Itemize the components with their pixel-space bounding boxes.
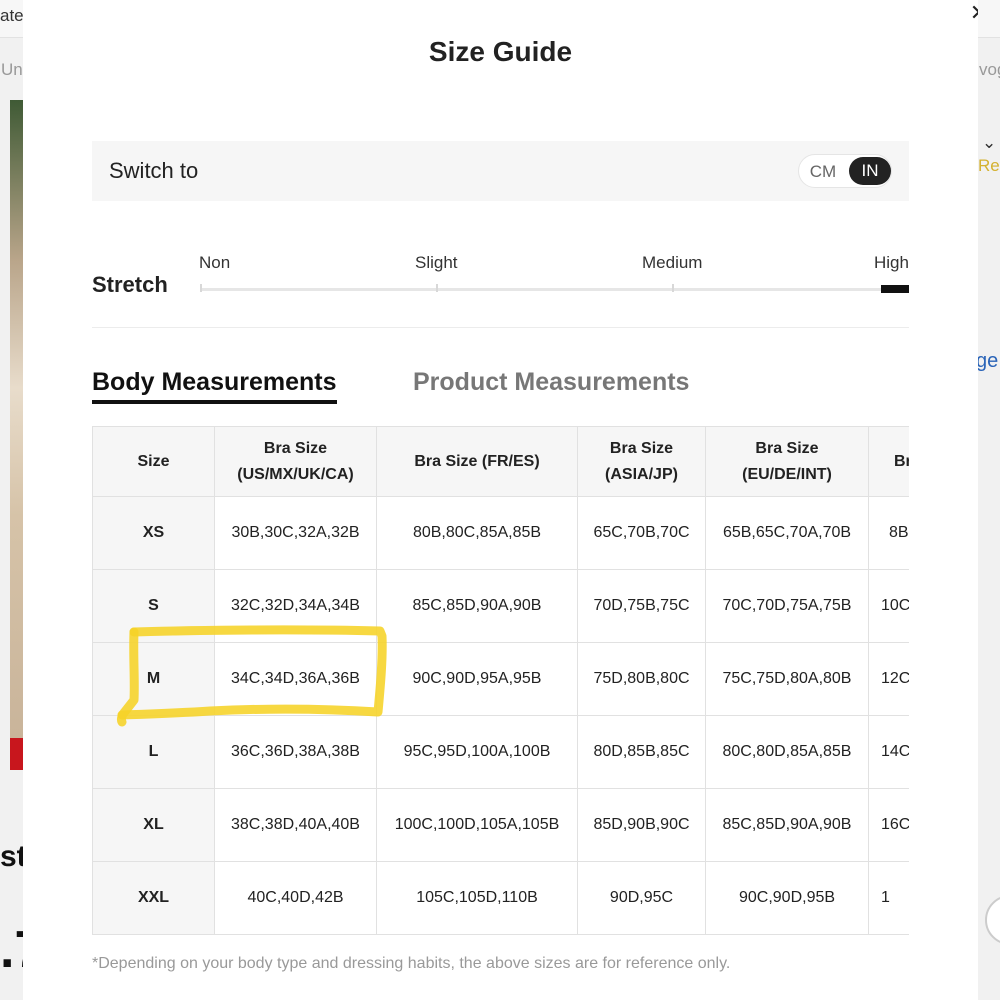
- size-cell: XXL: [92, 861, 215, 935]
- table-cell: 105C,105D,110B: [376, 861, 578, 935]
- table-cell: 80B,80C,85A,85B: [376, 496, 578, 570]
- column-header-bra-fr: Bra Size (FR/ES): [376, 426, 578, 497]
- stretch-level-slight: Slight: [415, 253, 458, 272]
- unit-switch-label: Switch to: [109, 158, 199, 183]
- table-cell: 32C,32D,34A,34B: [214, 569, 377, 643]
- background-reviews-fragment: Rev: [978, 156, 1000, 175]
- close-button[interactable]: ✕: [965, 0, 978, 26]
- size-cell: M: [92, 642, 215, 716]
- background-text-fragment-right: vog: [979, 60, 1000, 79]
- table-row: XS 30B,30C,32A,32B 80B,80C,85A,85B 65C,7…: [92, 496, 909, 570]
- stretch-level-high: High: [874, 253, 909, 272]
- stretch-tick: [672, 284, 674, 292]
- table-cell: 1: [868, 861, 909, 935]
- column-header-bra-eu: Bra Size (EU/DE/INT): [705, 426, 869, 497]
- unit-option-cm[interactable]: CM: [803, 159, 843, 185]
- section-divider: [92, 327, 909, 328]
- table-cell: 70D,75B,75C: [577, 569, 706, 643]
- background-link-fragment: ge: [976, 350, 999, 372]
- column-header-size: Size: [92, 426, 215, 497]
- table-row-highlighted: M 34C,34D,36A,36B 90C,90D,95A,95B 75D,80…: [92, 642, 909, 716]
- modal-title: Size Guide: [428, 36, 573, 67]
- table-cell: 38C,38D,40A,40B: [214, 788, 377, 862]
- table-cell: 85C,85D,90A,90B: [376, 569, 578, 643]
- unit-toggle: CM IN: [798, 154, 892, 188]
- column-header-truncated: Br: [868, 426, 909, 497]
- table-cell: 90C,90D,95A,95B: [376, 642, 578, 716]
- background-red-badge: [10, 738, 23, 770]
- table-cell: 75D,80B,80C: [577, 642, 706, 716]
- table-row: XL 38C,38D,40A,40B 100C,100D,105A,105B 8…: [92, 788, 909, 862]
- table-row: S 32C,32D,34A,34B 85C,85D,90A,90B 70D,75…: [92, 569, 909, 643]
- size-table-container[interactable]: Size Bra Size (US/MX/UK/CA) Bra Size (FR/…: [92, 426, 909, 936]
- column-header-bra-us: Bra Size (US/MX/UK/CA): [214, 426, 377, 497]
- chevron-down-icon: ⌄: [982, 133, 997, 152]
- stretch-tick: [200, 284, 202, 292]
- table-cell: 65B,65C,70A,70B: [705, 496, 869, 570]
- table-cell: 10C: [868, 569, 909, 643]
- stretch-scale-track: [200, 288, 909, 291]
- table-cell: 12C: [868, 642, 909, 716]
- table-cell: 70C,70D,75A,75B: [705, 569, 869, 643]
- size-table: Size Bra Size (US/MX/UK/CA) Bra Size (FR/…: [92, 426, 909, 935]
- table-cell: 80D,85B,85C: [577, 715, 706, 789]
- table-row: L 36C,36D,38A,38B 95C,95D,100A,100B 80D,…: [92, 715, 909, 789]
- table-cell: 90C,90D,95B: [705, 861, 869, 935]
- tab-product-measurements[interactable]: Product Measurements: [413, 368, 689, 397]
- table-cell: 40C,40D,42B: [214, 861, 377, 935]
- stretch-level-medium: Medium: [642, 253, 703, 272]
- close-icon: ✕: [970, 2, 978, 24]
- table-cell: 75C,75D,80A,80B: [705, 642, 869, 716]
- table-cell: 85C,85D,90A,90B: [705, 788, 869, 862]
- size-cell: XL: [92, 788, 215, 862]
- size-cell: L: [92, 715, 215, 789]
- table-cell: 90D,95C: [577, 861, 706, 935]
- size-cell: S: [92, 569, 215, 643]
- background-product-photo: [10, 100, 23, 740]
- table-cell: 36C,36D,38A,38B: [214, 715, 377, 789]
- table-header-row: Size Bra Size (US/MX/UK/CA) Bra Size (FR/…: [92, 426, 909, 497]
- stretch-selected-indicator: [881, 285, 909, 293]
- footnote: *Depending on your body type and dressin…: [92, 955, 731, 972]
- stretch-level-non: Non: [199, 253, 231, 272]
- stretch-label: Stretch: [92, 272, 168, 297]
- unit-option-in[interactable]: IN: [849, 157, 891, 185]
- table-cell: 16C: [868, 788, 909, 862]
- table-cell: 85D,90B,90C: [577, 788, 706, 862]
- background-circle-button: [985, 895, 1000, 945]
- tab-body-measurements[interactable]: Body Measurements: [92, 368, 337, 404]
- background-breadcrumb-fragment: Un: [1, 60, 23, 79]
- table-cell: 80C,80D,85A,85B: [705, 715, 869, 789]
- table-cell: 8B: [868, 496, 909, 570]
- table-cell: 100C,100D,105A,105B: [376, 788, 578, 862]
- column-header-bra-asia: Bra Size (ASIA/JP): [577, 426, 706, 497]
- table-cell: 95C,95D,100A,100B: [376, 715, 578, 789]
- stretch-tick: [436, 284, 438, 292]
- table-row: XXL 40C,40D,42B 105C,105D,110B 90D,95C 9…: [92, 861, 909, 935]
- table-cell: 30B,30C,32A,32B: [214, 496, 377, 570]
- table-cell: 14C: [868, 715, 909, 789]
- table-cell: 34C,34D,36A,36B: [214, 642, 377, 716]
- unit-switch-bar: Switch to CM IN: [92, 141, 909, 201]
- size-guide-modal: Size Guide Switch to CM IN Stretch Non S…: [23, 0, 978, 1000]
- background-text-fragment: ate: [0, 6, 24, 25]
- table-cell: 65C,70B,70C: [577, 496, 706, 570]
- size-cell: XS: [92, 496, 215, 570]
